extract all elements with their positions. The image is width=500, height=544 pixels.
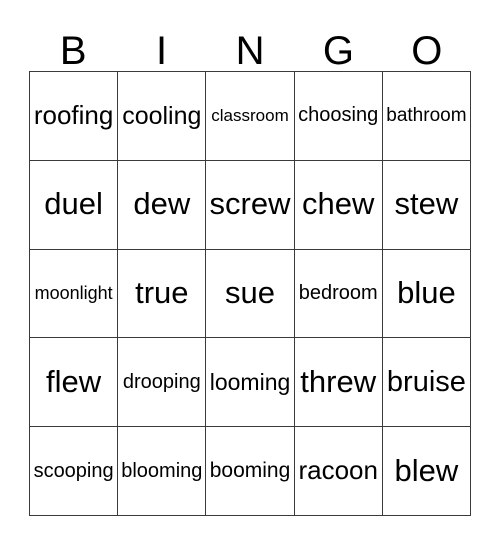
bingo-cell-label: scooping bbox=[33, 459, 114, 482]
bingo-cell[interactable]: blew bbox=[382, 427, 472, 516]
bingo-cell-label: blooming bbox=[121, 459, 203, 482]
bingo-cell[interactable]: bedroom bbox=[294, 249, 383, 339]
bingo-row: flew drooping looming threw bruise bbox=[30, 338, 472, 428]
bingo-cell-label: bruise bbox=[386, 366, 466, 399]
bingo-card: B I N G O roofing cooling classroom choo… bbox=[0, 0, 500, 544]
bingo-cell-label: threw bbox=[300, 364, 377, 400]
bingo-cell-label: blew bbox=[394, 452, 459, 488]
header-letter-i: I bbox=[156, 29, 168, 73]
bingo-cell[interactable]: racoon bbox=[294, 427, 383, 516]
bingo-cell-label: screw bbox=[209, 186, 291, 222]
bingo-cell-label: roofing bbox=[33, 100, 114, 131]
bingo-cell[interactable]: sue bbox=[206, 249, 295, 339]
bingo-cell[interactable]: flew bbox=[30, 338, 119, 428]
bingo-cell[interactable]: classroom bbox=[206, 72, 295, 161]
bingo-cell[interactable]: dew bbox=[118, 160, 207, 250]
bingo-cell[interactable]: drooping bbox=[118, 338, 207, 428]
bingo-cell[interactable]: stew bbox=[382, 160, 472, 250]
bingo-cell-label: dew bbox=[133, 186, 191, 222]
header-cell-b: B bbox=[29, 22, 117, 71]
bingo-cell-label: choosing bbox=[298, 104, 379, 127]
bingo-cell[interactable]: bruise bbox=[382, 338, 472, 428]
bingo-cell[interactable]: moonlight bbox=[30, 249, 119, 339]
bingo-cell[interactable]: booming bbox=[206, 427, 295, 516]
bingo-cell[interactable]: true bbox=[118, 249, 207, 339]
bingo-row: roofing cooling classroom choosing bathr… bbox=[30, 72, 472, 161]
bingo-cell-label: flew bbox=[46, 364, 102, 400]
bingo-cell-label: looming bbox=[209, 369, 291, 396]
bingo-cell-label: duel bbox=[44, 186, 103, 222]
bingo-cell[interactable]: choosing bbox=[294, 72, 383, 161]
bingo-cell-label: bedroom bbox=[298, 281, 378, 304]
header-letter-o: O bbox=[411, 29, 443, 73]
bingo-cell[interactable]: threw bbox=[294, 338, 383, 428]
header-cell-g: G bbox=[294, 22, 382, 71]
bingo-row: moonlight true sue bedroom blue bbox=[30, 249, 472, 339]
bingo-cell[interactable]: duel bbox=[30, 160, 119, 250]
header-cell-o: O bbox=[383, 22, 471, 71]
bingo-row: scooping blooming booming racoon blew bbox=[30, 427, 472, 516]
bingo-cell[interactable]: roofing bbox=[30, 72, 119, 161]
bingo-cell-label: moonlight bbox=[34, 283, 113, 304]
bingo-header: B I N G O bbox=[29, 22, 471, 71]
bingo-cell[interactable]: chew bbox=[294, 160, 383, 250]
bingo-cell[interactable]: screw bbox=[206, 160, 295, 250]
header-cell-n: N bbox=[206, 22, 294, 71]
bingo-cell[interactable]: blue bbox=[382, 249, 472, 339]
header-letter-g: G bbox=[322, 29, 354, 73]
bingo-cell[interactable]: looming bbox=[206, 338, 295, 428]
header-letter-b: B bbox=[59, 29, 87, 73]
bingo-cell-label: blue bbox=[397, 275, 456, 311]
bingo-cell-label: racoon bbox=[298, 455, 378, 486]
bingo-cell-label: chew bbox=[302, 186, 375, 222]
bingo-cell-label: sue bbox=[225, 275, 275, 311]
bingo-cell-label: cooling bbox=[122, 101, 202, 130]
bingo-cell-label: stew bbox=[394, 186, 459, 222]
bingo-cell-label: classroom bbox=[211, 105, 289, 125]
bingo-cell-label: drooping bbox=[122, 370, 201, 393]
bingo-cell[interactable]: bathroom bbox=[382, 72, 472, 161]
header-letter-n: N bbox=[235, 29, 265, 73]
bingo-row: duel dew screw chew stew bbox=[30, 160, 472, 250]
bingo-cell[interactable]: cooling bbox=[118, 72, 207, 161]
bingo-cell[interactable]: blooming bbox=[118, 427, 207, 516]
bingo-cell-label: booming bbox=[209, 459, 291, 483]
bingo-cell-label: bathroom bbox=[386, 104, 467, 126]
bingo-grid: roofing cooling classroom choosing bathr… bbox=[29, 71, 472, 516]
header-cell-i: I bbox=[117, 22, 205, 71]
bingo-cell-label: true bbox=[135, 275, 189, 311]
bingo-cell[interactable]: scooping bbox=[30, 427, 119, 516]
